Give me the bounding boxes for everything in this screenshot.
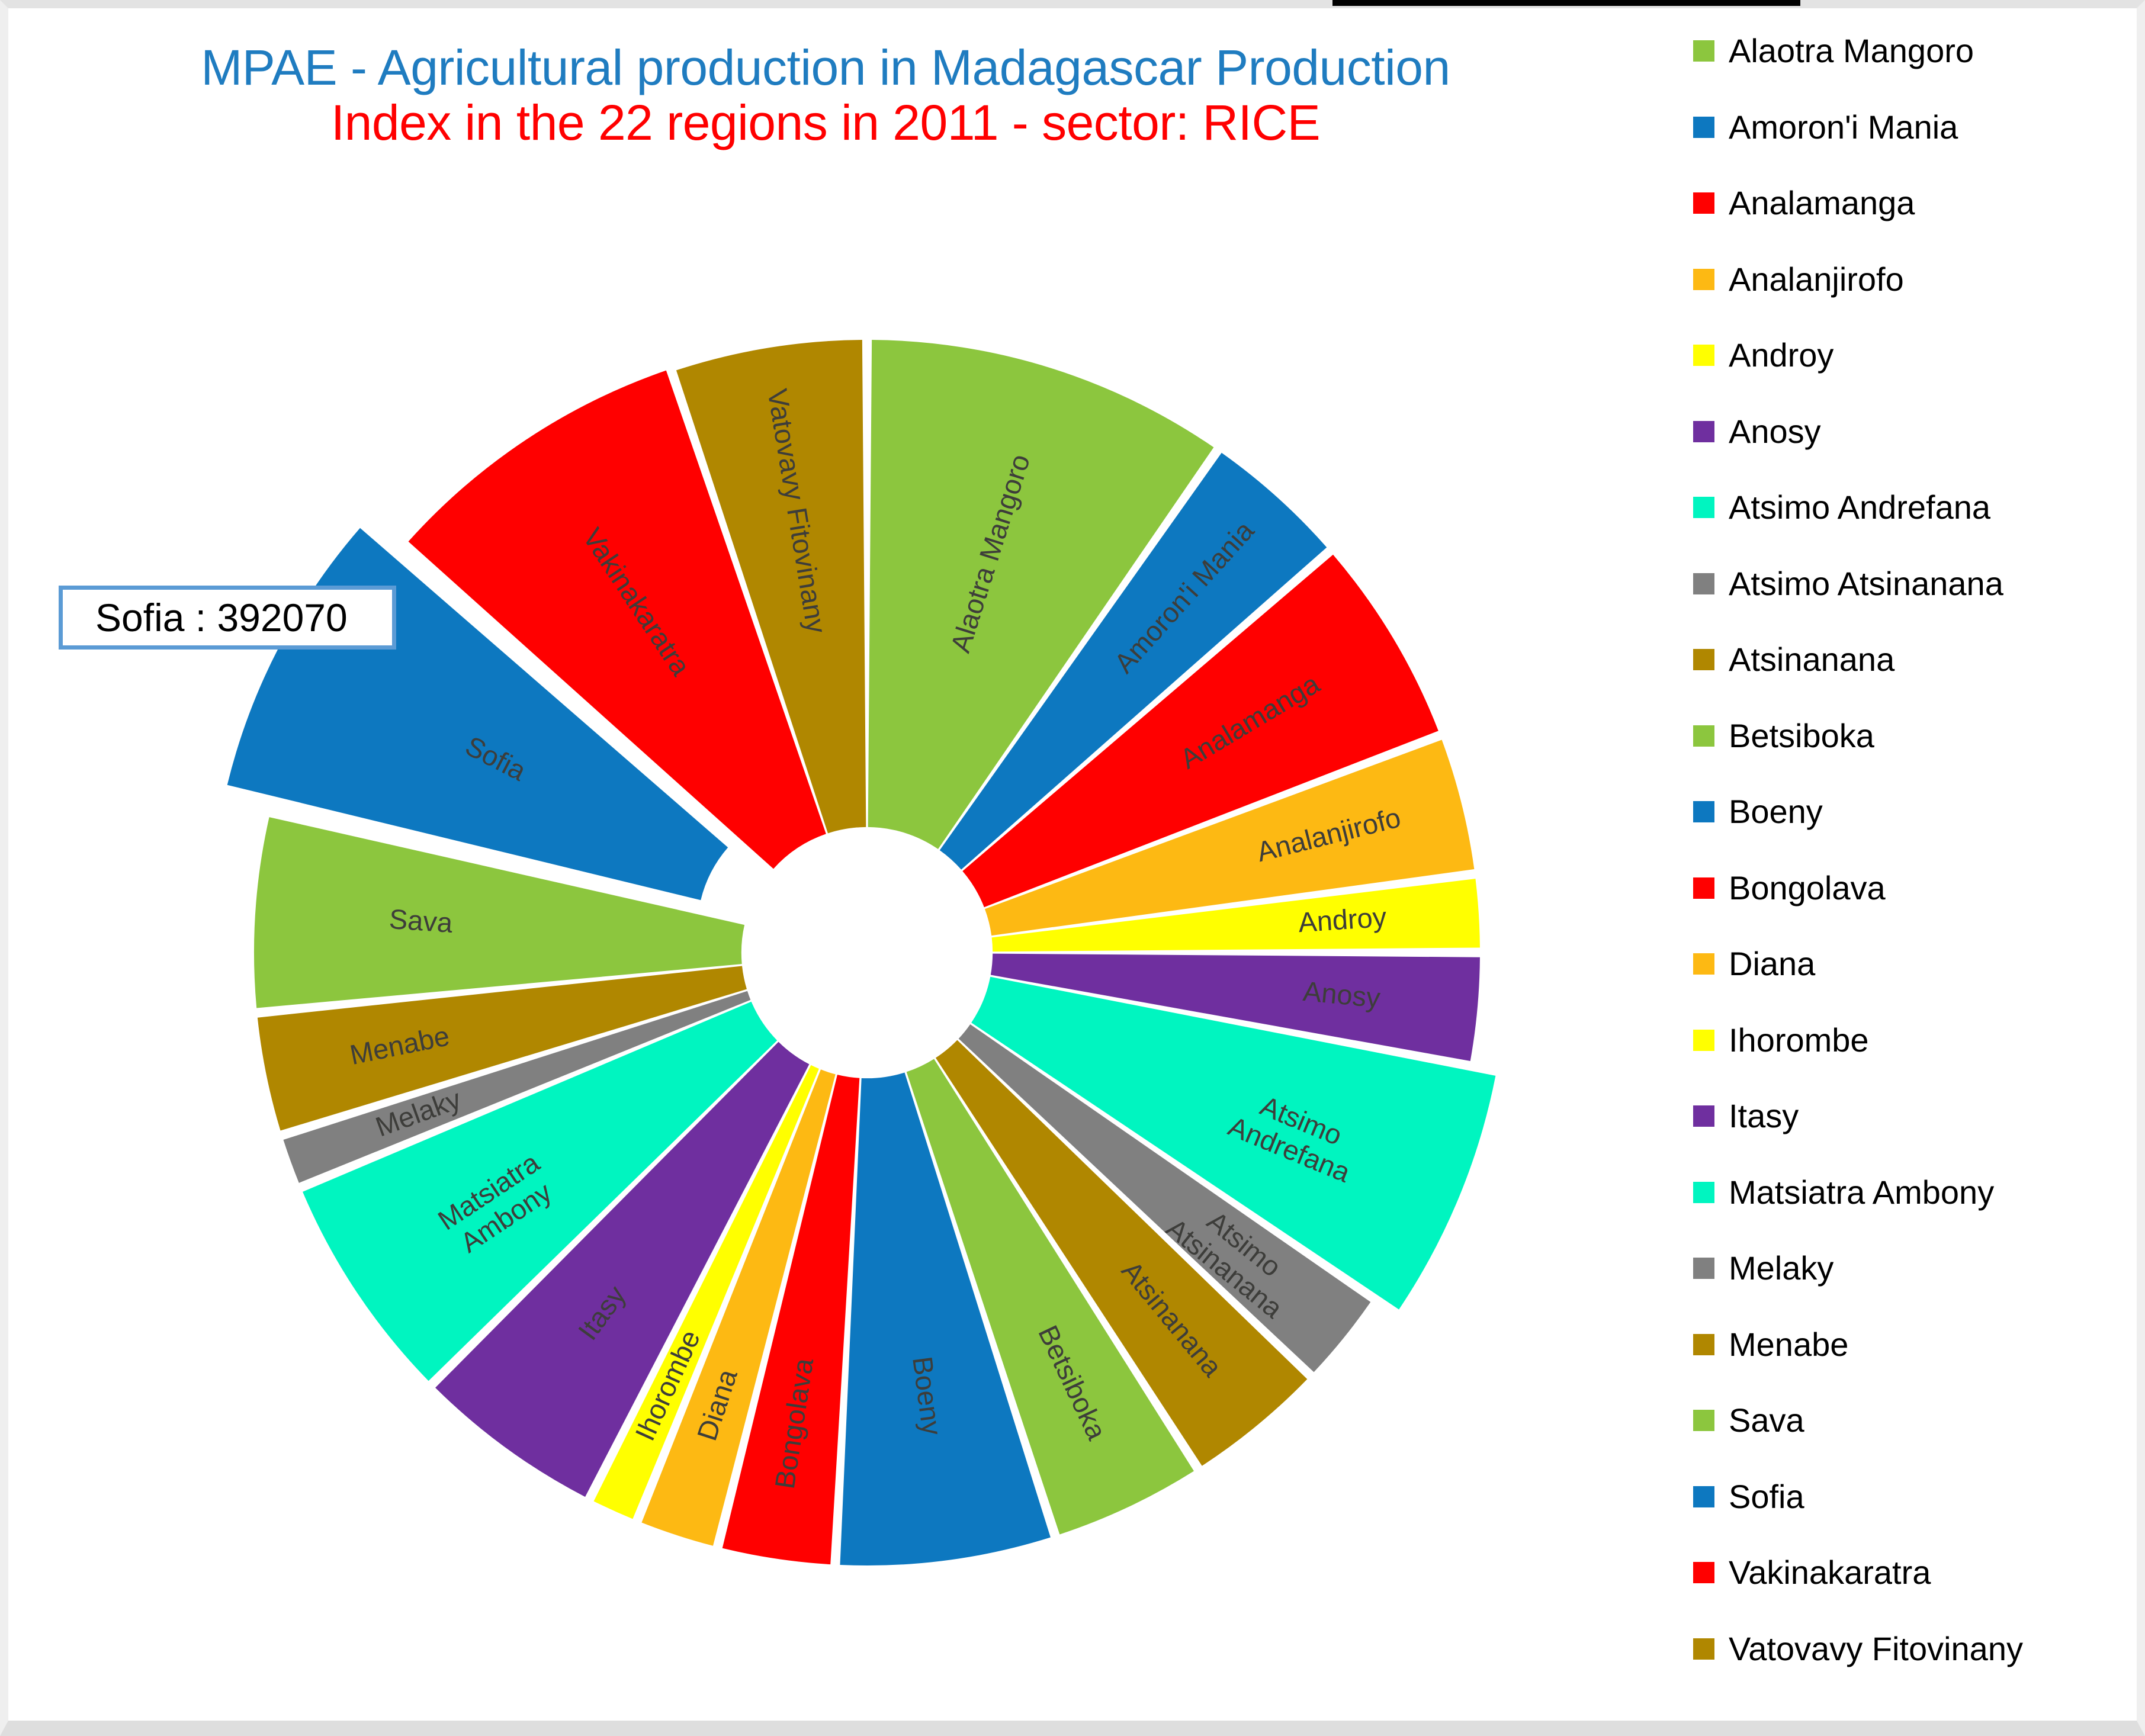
legend-item[interactable]: Sofia bbox=[1693, 1479, 1804, 1515]
legend-item-label: Atsinanana bbox=[1729, 641, 1895, 678]
legend-item[interactable]: Vatovavy Fitovinany bbox=[1693, 1631, 2023, 1667]
legend-item-label: Menabe bbox=[1729, 1325, 1849, 1363]
legend-item-label: Vakinakaratra bbox=[1729, 1554, 1931, 1591]
slide-canvas: MPAE - Agricultural production in Madaga… bbox=[8, 8, 2137, 1721]
legend-item-label: Matsiatra Ambony bbox=[1729, 1173, 1995, 1211]
legend-item-label: Androy bbox=[1729, 336, 1834, 374]
legend-item[interactable]: Androy bbox=[1693, 337, 1833, 373]
legend-item[interactable]: Sava bbox=[1693, 1403, 1804, 1438]
legend-item[interactable]: Ihorombe bbox=[1693, 1023, 1869, 1058]
legend-color-swatch bbox=[1693, 1105, 1714, 1127]
legend-item-label: Itasy bbox=[1729, 1097, 1799, 1134]
chart-legend[interactable]: Alaotra Mangoro Amoron'i Mania Analamanga A… bbox=[1693, 33, 2137, 1715]
legend-color-swatch bbox=[1693, 801, 1714, 822]
legend-item-label: Vatovavy Fitovinany bbox=[1729, 1629, 2023, 1667]
legend-item[interactable]: Bongolava bbox=[1693, 870, 1886, 906]
legend-color-swatch bbox=[1693, 877, 1714, 899]
doughnut-slices[interactable] bbox=[227, 340, 1496, 1566]
tooltip-text: Sofia : 392070 bbox=[95, 596, 348, 639]
legend-item-label: Amoron'i Mania bbox=[1729, 108, 1958, 146]
legend-color-swatch bbox=[1693, 1181, 1714, 1203]
legend-item[interactable]: Itasy bbox=[1693, 1098, 1799, 1134]
legend-color-swatch bbox=[1693, 116, 1714, 138]
legend-color-swatch bbox=[1693, 1638, 1714, 1660]
legend-color-swatch bbox=[1693, 1486, 1714, 1507]
legend-item-label: Diana bbox=[1729, 945, 1816, 982]
legend-color-swatch bbox=[1693, 953, 1714, 975]
legend-color-swatch bbox=[1693, 1333, 1714, 1355]
data-tooltip: Sofia : 392070 bbox=[59, 586, 396, 650]
legend-item-label: Analamanga bbox=[1729, 184, 1915, 221]
pie-slice-label: Sava bbox=[388, 903, 454, 938]
legend-color-swatch bbox=[1693, 573, 1714, 594]
legend-item-label: Anosy bbox=[1729, 412, 1821, 450]
chart-title-line-1: MPAE - Agricultural production in Madaga… bbox=[201, 40, 1450, 95]
legend-item[interactable]: Atsimo Andrefana bbox=[1693, 490, 1990, 525]
legend-item[interactable]: Boeny bbox=[1693, 794, 1823, 830]
legend-item[interactable]: Betsiboka bbox=[1693, 718, 1874, 754]
legend-color-swatch bbox=[1693, 420, 1714, 442]
legend-color-swatch bbox=[1693, 497, 1714, 518]
legend-item[interactable]: Alaotra Mangoro bbox=[1693, 33, 1974, 69]
legend-color-swatch bbox=[1693, 192, 1714, 214]
legend-color-swatch bbox=[1693, 1029, 1714, 1051]
legend-color-swatch bbox=[1693, 268, 1714, 290]
legend-item[interactable]: Menabe bbox=[1693, 1327, 1848, 1362]
doughnut-chart[interactable]: Alaotra Mangoro Amoron'i Mania Analamanga A… bbox=[8, 233, 1655, 1678]
legend-item[interactable]: Matsiatra Ambony bbox=[1693, 1175, 1994, 1210]
legend-color-swatch bbox=[1693, 725, 1714, 747]
legend-color-swatch bbox=[1693, 649, 1714, 670]
legend-item-label: Analanjirofo bbox=[1729, 260, 1904, 298]
legend-item[interactable]: Analamanga bbox=[1693, 185, 1915, 221]
legend-item[interactable]: Vakinakaratra bbox=[1693, 1555, 1931, 1590]
legend-item-label: Sofia bbox=[1729, 1477, 1804, 1515]
chart-title-line-2: Index in the 22 regions in 2011 - sector… bbox=[330, 94, 1321, 150]
legend-item-label: Atsimo Atsinanana bbox=[1729, 564, 2003, 602]
legend-item[interactable]: Anosy bbox=[1693, 414, 1821, 449]
legend-item-label: Boeny bbox=[1729, 793, 1823, 830]
legend-color-swatch bbox=[1693, 1562, 1714, 1583]
legend-item[interactable]: Atsinanana bbox=[1693, 642, 1894, 677]
legend-item-label: Melaky bbox=[1729, 1249, 1834, 1287]
legend-color-swatch bbox=[1693, 345, 1714, 366]
legend-item-label: Ihorombe bbox=[1729, 1021, 1869, 1059]
legend-item[interactable]: Amoron'i Mania bbox=[1693, 110, 1958, 145]
legend-color-swatch bbox=[1693, 1258, 1714, 1279]
legend-item[interactable]: Analanjirofo bbox=[1693, 262, 1904, 297]
legend-item-label: Bongolava bbox=[1729, 869, 1886, 906]
pie-slice-label: Androy bbox=[1298, 901, 1388, 938]
legend-color-swatch bbox=[1693, 40, 1714, 62]
legend-item[interactable]: Diana bbox=[1693, 946, 1815, 982]
top-frame-accent bbox=[1332, 0, 1800, 6]
legend-item[interactable]: Melaky bbox=[1693, 1250, 1833, 1286]
legend-item-label: Atsimo Andrefana bbox=[1729, 488, 1991, 526]
chart-title-block: MPAE - Agricultural production in Madaga… bbox=[115, 40, 1536, 152]
legend-item-label: Sava bbox=[1729, 1401, 1804, 1439]
legend-item-label: Betsiboka bbox=[1729, 716, 1874, 754]
doughnut-chart-svg[interactable]: Alaotra Mangoro Amoron'i ManiaAnalamangaA… bbox=[8, 233, 1655, 1678]
legend-color-swatch bbox=[1693, 1410, 1714, 1431]
legend-item-label: Alaotra Mangoro bbox=[1729, 32, 1974, 69]
legend-item[interactable]: Atsimo Atsinanana bbox=[1693, 566, 2003, 602]
